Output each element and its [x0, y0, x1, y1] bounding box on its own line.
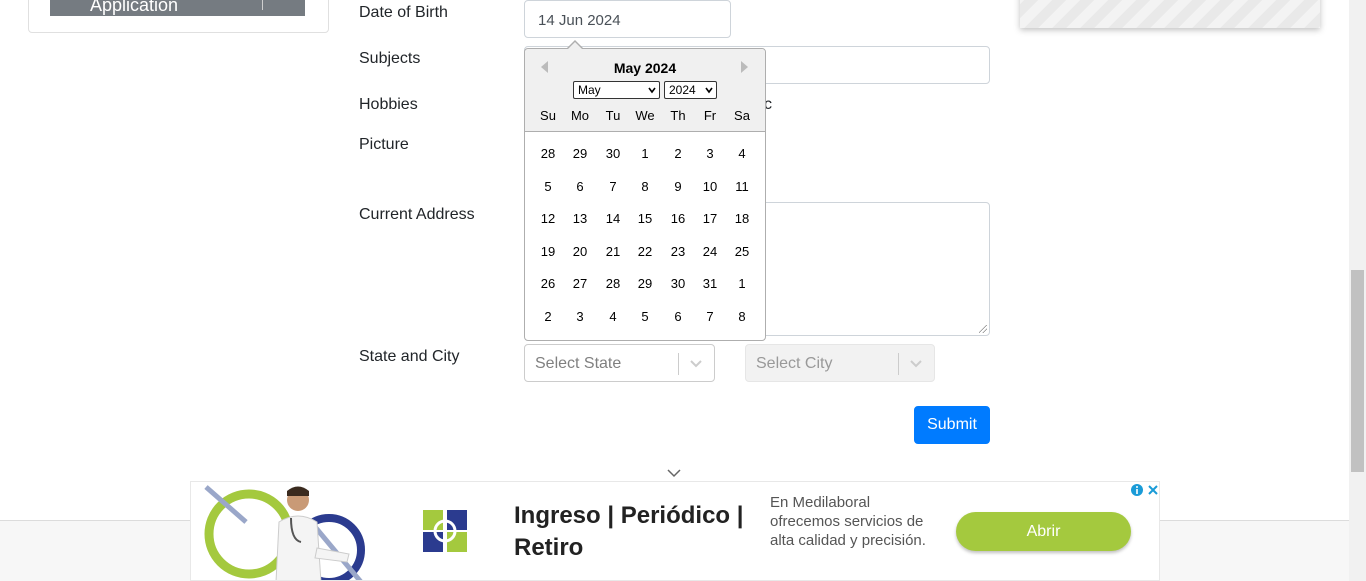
weekday-header: Su	[540, 108, 556, 123]
calendar-day[interactable]: 20	[564, 238, 596, 266]
chevron-down-icon[interactable]	[908, 354, 924, 372]
calendar-day[interactable]: 29	[629, 270, 661, 298]
calendar-day[interactable]: 29	[564, 140, 596, 168]
calendar-day[interactable]: 8	[629, 173, 661, 201]
current-address-label: Current Address	[359, 206, 475, 223]
calendar-day[interactable]: 11	[726, 173, 758, 201]
calendar-day[interactable]: 7	[694, 303, 726, 331]
chevron-down-icon	[648, 87, 656, 94]
calendar-day[interactable]: 23	[662, 238, 694, 266]
calendar-day[interactable]: 28	[532, 140, 564, 168]
calendar-day[interactable]: 1	[629, 140, 661, 168]
ad-description: En Medilaboral ofrecemos servicios de al…	[770, 494, 926, 549]
calendar-day[interactable]: 5	[532, 173, 564, 201]
calendar-day[interactable]: 30	[597, 140, 629, 168]
calendar-day[interactable]: 5	[629, 303, 661, 331]
chevron-down-icon	[667, 469, 681, 478]
city-select[interactable]: Select City	[745, 344, 935, 382]
sidebar-divider	[262, 0, 263, 10]
date-of-birth-input[interactable]: 14 Jun 2024	[524, 0, 731, 38]
month-select[interactable]: May	[573, 81, 660, 99]
calendar-day[interactable]: 7	[597, 173, 629, 201]
calendar-day[interactable]: 13	[564, 205, 596, 233]
hobbies-label: Hobbies	[359, 96, 418, 113]
sidebar-item-application[interactable]: Application	[50, 0, 305, 16]
calendar-day[interactable]: 2	[662, 140, 694, 168]
weekday-header: Fr	[703, 108, 717, 123]
month-select-value: May	[578, 83, 601, 97]
select-separator	[678, 353, 679, 375]
calendar-day[interactable]: 9	[662, 173, 694, 201]
state-select[interactable]: Select State	[524, 344, 715, 382]
calendar-day[interactable]: 3	[564, 303, 596, 331]
city-placeholder: Select City	[756, 355, 833, 372]
calendar-day[interactable]: 6	[662, 303, 694, 331]
calendar-day[interactable]: 30	[662, 270, 694, 298]
ad-headline[interactable]: Ingreso | Periódico | Retiro	[514, 500, 754, 564]
sidebar-item-label: Application	[90, 0, 179, 15]
calendar-day[interactable]: 6	[564, 173, 596, 201]
ad-doctor-image	[204, 485, 365, 580]
calendar-day[interactable]: 17	[694, 205, 726, 233]
state-placeholder: Select State	[535, 355, 622, 372]
calendar-day[interactable]: 3	[694, 140, 726, 168]
submit-button[interactable]: Submit	[914, 406, 990, 444]
scrollbar-thumb[interactable]	[1351, 270, 1364, 472]
calendar-day[interactable]: 12	[532, 205, 564, 233]
chevron-down-icon[interactable]	[688, 354, 704, 372]
calendar-day[interactable]: 10	[694, 173, 726, 201]
calendar-day[interactable]: 19	[532, 238, 564, 266]
calendar-day[interactable]: 16	[662, 205, 694, 233]
datepicker-header: May 2024 May 2024 Su Mo Tu We Th Fr Sa	[525, 49, 765, 132]
next-month-icon[interactable]	[741, 61, 748, 73]
weekday-header: Mo	[570, 108, 590, 123]
calendar-day[interactable]: 25	[726, 238, 758, 266]
calendar-day[interactable]: 24	[694, 238, 726, 266]
calendar-day[interactable]: 4	[726, 140, 758, 168]
calendar-day[interactable]: 14	[597, 205, 629, 233]
date-of-birth-label: Date of Birth	[359, 4, 448, 21]
calendar-day[interactable]: 21	[597, 238, 629, 266]
calendar-day[interactable]: 18	[726, 205, 758, 233]
weekday-header: Tu	[605, 108, 621, 123]
picture-label: Picture	[359, 136, 409, 153]
calendar-day[interactable]: 8	[726, 303, 758, 331]
calendar-day[interactable]: 15	[629, 205, 661, 233]
calendar-day[interactable]: 26	[532, 270, 564, 298]
ad-open-button[interactable]: Abrir	[956, 512, 1131, 551]
year-select[interactable]: 2024	[664, 81, 717, 99]
resize-grip-icon[interactable]	[979, 325, 987, 333]
chevron-down-icon	[705, 87, 713, 94]
close-icon[interactable]	[1146, 483, 1160, 497]
ad-info-icon[interactable]	[1130, 483, 1144, 497]
calendar-day[interactable]: 31	[694, 270, 726, 298]
calendar-day[interactable]: 4	[597, 303, 629, 331]
year-select-value: 2024	[669, 83, 696, 97]
calendar-day[interactable]: 1	[726, 270, 758, 298]
subjects-label: Subjects	[359, 50, 421, 67]
datepicker-popup: May 2024 May 2024 Su Mo Tu We Th Fr Sa 28 29 30 1…	[524, 48, 766, 341]
ad-banner[interactable]: Ingreso | Periódico | Retiro En Medilabo…	[190, 481, 1160, 581]
calendar-day[interactable]: 28	[597, 270, 629, 298]
weekday-header: We	[635, 108, 655, 123]
ad-logo-icon	[423, 510, 467, 552]
datepicker-pointer-inner	[568, 42, 582, 49]
calendar-day[interactable]: 22	[629, 238, 661, 266]
calendar-day[interactable]: 27	[564, 270, 596, 298]
select-separator	[898, 353, 899, 375]
datepicker-current-month: May 2024	[613, 60, 677, 76]
weekday-header: Th	[670, 108, 686, 123]
calendar-day[interactable]: 2	[532, 303, 564, 331]
weekday-header: Sa	[734, 108, 750, 123]
state-city-label: State and City	[359, 348, 460, 365]
top-ad-image[interactable]	[1020, 0, 1320, 28]
